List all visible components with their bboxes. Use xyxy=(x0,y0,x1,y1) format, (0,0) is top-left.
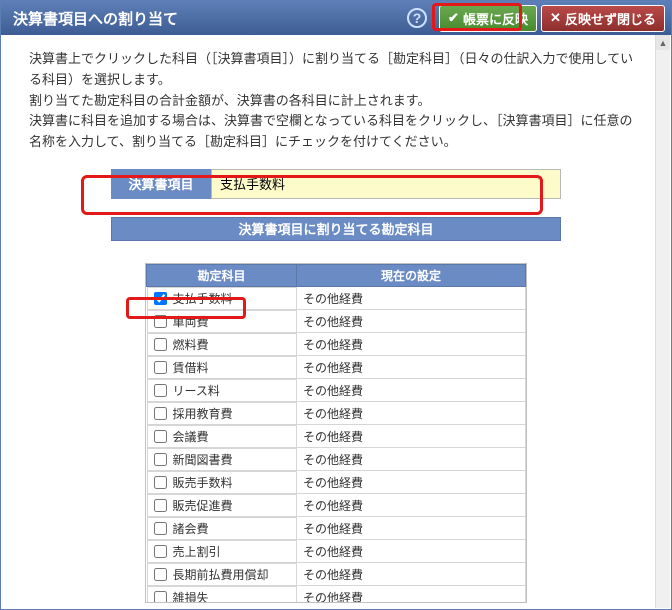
apply-button[interactable]: ✔ 帳票に反映 xyxy=(439,5,537,32)
col-setting-header: 現在の設定 xyxy=(297,264,526,286)
account-checkbox[interactable] xyxy=(154,453,167,466)
help-icon[interactable]: ? xyxy=(407,8,427,28)
account-name: 売上割引 xyxy=(173,543,221,560)
table-row: 支払手数料 その他経費 xyxy=(147,286,526,310)
account-cell: 長期前払費用償却 xyxy=(147,563,297,586)
setting-cell: その他経費 xyxy=(297,471,526,494)
instructions-line: 決算書に科目を追加する場合は、決算書で空欄となっている科目をクリックし、［決算書… xyxy=(29,111,643,153)
check-icon: ✔ xyxy=(448,10,459,26)
setting-cell: その他経費 xyxy=(297,425,526,448)
setting-cell: その他経費 xyxy=(297,333,526,356)
account-checkbox[interactable] xyxy=(154,545,167,558)
account-cell: 車両費 xyxy=(147,310,297,333)
table-row: 賃借料 その他経費 xyxy=(147,356,526,379)
table-row: 売上割引 その他経費 xyxy=(147,540,526,563)
account-cell: 売上割引 xyxy=(147,540,297,563)
account-checkbox[interactable] xyxy=(154,522,167,535)
account-checkbox[interactable] xyxy=(154,476,167,489)
instructions-line: 決算書上でクリックした科目（［決算書項目］）に割り当てる［勘定科目］（日々の仕訳… xyxy=(29,49,643,91)
setting-cell: その他経費 xyxy=(297,286,526,310)
section-header: 決算書項目に割り当てる勘定科目 xyxy=(111,217,561,241)
table-row: 諸会費 その他経費 xyxy=(147,517,526,540)
table-row: 新聞図書費 その他経費 xyxy=(147,448,526,471)
titlebar: 決算書項目への割り当て ? ✔ 帳票に反映 ✕ 反映せず閉じる xyxy=(1,1,671,35)
budget-item-input[interactable] xyxy=(211,169,561,199)
dialog-window: 決算書項目への割り当て ? ✔ 帳票に反映 ✕ 反映せず閉じる 決算書上でクリッ… xyxy=(0,0,672,610)
account-checkbox[interactable] xyxy=(154,315,167,328)
account-name: リース料 xyxy=(173,382,220,399)
account-checkbox[interactable] xyxy=(154,361,167,374)
field-row: 決算書項目 xyxy=(111,169,561,199)
account-checkbox[interactable] xyxy=(154,591,167,603)
account-checkbox[interactable] xyxy=(154,338,167,351)
account-checkbox[interactable] xyxy=(154,384,167,397)
account-cell: 支払手数料 xyxy=(147,287,297,310)
account-name: 販売促進費 xyxy=(173,497,233,514)
close-button[interactable]: ✕ 反映せず閉じる xyxy=(541,5,665,32)
account-name: 採用教育費 xyxy=(173,405,233,422)
field-label: 決算書項目 xyxy=(111,169,211,199)
account-name: 雑損失 xyxy=(173,589,209,603)
account-name: 諸会費 xyxy=(173,520,209,537)
account-checkbox[interactable] xyxy=(154,292,167,305)
setting-cell: その他経費 xyxy=(297,517,526,540)
setting-cell: その他経費 xyxy=(297,494,526,517)
account-cell: 燃料費 xyxy=(147,333,297,356)
account-name: 販売手数料 xyxy=(173,474,233,491)
setting-cell: その他経費 xyxy=(297,356,526,379)
setting-cell: その他経費 xyxy=(297,310,526,333)
account-cell: 会議費 xyxy=(147,425,297,448)
account-checkbox[interactable] xyxy=(154,568,167,581)
table-row: 長期前払費用償却 その他経費 xyxy=(147,563,526,586)
scroll-up-arrow-icon[interactable]: ▲ xyxy=(656,35,670,50)
outer-scrollbar[interactable]: ▲ xyxy=(655,35,670,608)
account-cell: 新聞図書費 xyxy=(147,448,297,471)
content-area: 決算書上でクリックした科目（［決算書項目］）に割り当てる［勘定科目］（日々の仕訳… xyxy=(1,35,671,609)
close-button-label: 反映せず閉じる xyxy=(565,9,656,28)
account-checkbox[interactable] xyxy=(154,430,167,443)
account-name: 燃料費 xyxy=(173,336,209,353)
setting-cell: その他経費 xyxy=(297,448,526,471)
account-name: 新聞図書費 xyxy=(173,451,233,468)
account-cell: 賃借料 xyxy=(147,356,297,379)
account-checkbox[interactable] xyxy=(154,499,167,512)
setting-cell: その他経費 xyxy=(297,563,526,586)
table-row: 販売手数料 その他経費 xyxy=(147,471,526,494)
setting-cell: その他経費 xyxy=(297,540,526,563)
apply-button-label: 帳票に反映 xyxy=(463,9,528,28)
account-name: 支払手数料 xyxy=(173,290,233,307)
instructions-line: 割り当てた勘定科目の合計金額が、決算書の各科目に計上されます。 xyxy=(29,91,643,112)
account-name: 会議費 xyxy=(173,428,209,445)
col-account-header: 勘定科目 xyxy=(147,264,297,286)
table-row: 雑損失 その他経費 xyxy=(147,586,526,603)
account-name: 賃借料 xyxy=(173,359,209,376)
table-scroll[interactable]: 勘定科目 現在の設定 支払手数料その他経費車両費その他経費燃料費その他経費賃借料… xyxy=(145,263,527,603)
account-cell: 販売促進費 xyxy=(147,494,297,517)
dialog-title: 決算書項目への割り当て xyxy=(13,8,407,29)
close-icon: ✕ xyxy=(550,10,561,26)
table-row: 採用教育費 その他経費 xyxy=(147,402,526,425)
account-checkbox[interactable] xyxy=(154,407,167,420)
table-row: 車両費 その他経費 xyxy=(147,310,526,333)
table-row: 燃料費 その他経費 xyxy=(147,333,526,356)
account-cell: リース料 xyxy=(147,379,297,402)
instructions: 決算書上でクリックした科目（［決算書項目］）に割り当てる［勘定科目］（日々の仕訳… xyxy=(29,49,643,153)
accounts-table: 勘定科目 現在の設定 支払手数料その他経費車両費その他経費燃料費その他経費賃借料… xyxy=(146,264,526,603)
setting-cell: その他経費 xyxy=(297,402,526,425)
table-row: 会議費 その他経費 xyxy=(147,425,526,448)
account-cell: 雑損失 xyxy=(147,586,297,603)
account-cell: 販売手数料 xyxy=(147,471,297,494)
table-row: リース料 その他経費 xyxy=(147,379,526,402)
setting-cell: その他経費 xyxy=(297,586,526,603)
account-name: 車両費 xyxy=(173,313,209,330)
table-row: 販売促進費 その他経費 xyxy=(147,494,526,517)
account-cell: 採用教育費 xyxy=(147,402,297,425)
account-name: 長期前払費用償却 xyxy=(173,566,269,583)
account-cell: 諸会費 xyxy=(147,517,297,540)
setting-cell: その他経費 xyxy=(297,379,526,402)
